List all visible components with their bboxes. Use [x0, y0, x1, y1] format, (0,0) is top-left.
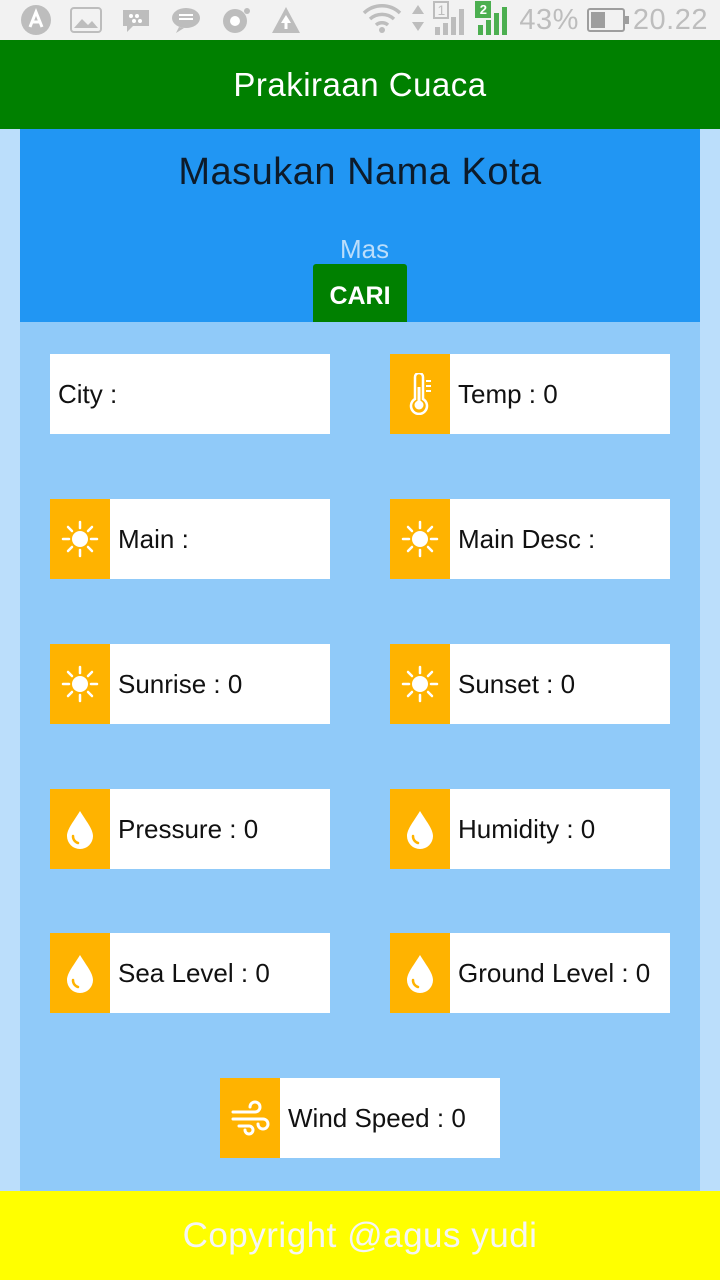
city-label: City : [58, 378, 118, 409]
sunset-label: Sunset : 0 [458, 668, 576, 699]
app-title: Prakiraan Cuaca [233, 65, 487, 103]
temp-label: Temp : 0 [458, 378, 558, 409]
water-drop-icon [390, 789, 450, 869]
search-button[interactable]: CARI [313, 264, 407, 322]
main-desc-label: Main Desc : [458, 523, 596, 554]
sim1-signal-icon: 1 [433, 1, 467, 37]
footer: Copyright @agus yudi [0, 1191, 720, 1280]
sun-icon [50, 499, 110, 579]
pressure-label: Pressure : 0 [118, 813, 259, 844]
water-drop-icon [50, 933, 110, 1013]
main-card: Main : [50, 499, 330, 579]
data-transfer-icon [411, 3, 425, 38]
message-icon [168, 6, 204, 34]
sun-icon [390, 499, 450, 579]
city-card: City : [50, 354, 330, 434]
wind-icon [220, 1078, 280, 1158]
humidity-label: Humidity : 0 [458, 813, 596, 844]
humidity-card: Humidity : 0 [390, 789, 670, 869]
battery-percent: 43% [519, 3, 579, 36]
sea-level-card: Sea Level : 0 [50, 933, 330, 1013]
sunrise-card: Sunrise : 0 [50, 644, 330, 724]
search-heading: Masukan Nama Kota [178, 151, 542, 193]
battery-icon [586, 8, 629, 32]
temp-card: Temp : 0 [390, 354, 670, 434]
main-content: Masukan Nama Kota CARI City : Temp : 0 M… [20, 129, 700, 1192]
pressure-card: Pressure : 0 [50, 789, 330, 869]
thermometer-icon [390, 354, 450, 434]
water-drop-icon [390, 933, 450, 1013]
water-drop-icon [50, 789, 110, 869]
status-bar: 1 2 43% 20.22 [0, 0, 720, 40]
main-desc-card: Main Desc : [390, 499, 670, 579]
main-label: Main : [118, 523, 189, 554]
gallery-icon [68, 6, 104, 34]
sun-icon [390, 644, 450, 724]
upload-icon [268, 6, 304, 34]
clock: 20.22 [632, 3, 708, 36]
ground-level-card: Ground Level : 0 [390, 933, 670, 1013]
bbm-icon [118, 6, 154, 34]
system-status: 1 2 43% 20.22 [361, 1, 708, 39]
app-bar: Prakiraan Cuaca [0, 40, 720, 129]
sync-icon [218, 6, 254, 34]
wind-speed-card: Wind Speed : 0 [220, 1078, 500, 1158]
sun-icon [50, 644, 110, 724]
wind-speed-label: Wind Speed : 0 [288, 1102, 466, 1133]
wifi-icon [361, 2, 403, 39]
copyright-text: Copyright @agus yudi [182, 1215, 538, 1255]
notification-icons [18, 5, 304, 35]
search-panel: Masukan Nama Kota CARI [20, 129, 700, 322]
city-search-input[interactable] [340, 229, 388, 269]
app-launcher-icon [18, 5, 54, 35]
sim2-label: 2 [475, 1, 492, 18]
sunrise-label: Sunrise : 0 [118, 668, 243, 699]
sea-level-label: Sea Level : 0 [118, 957, 270, 988]
ground-level-label: Ground Level : 0 [458, 957, 651, 988]
sunset-card: Sunset : 0 [390, 644, 670, 724]
sim2-signal-icon: 2 [475, 1, 511, 37]
